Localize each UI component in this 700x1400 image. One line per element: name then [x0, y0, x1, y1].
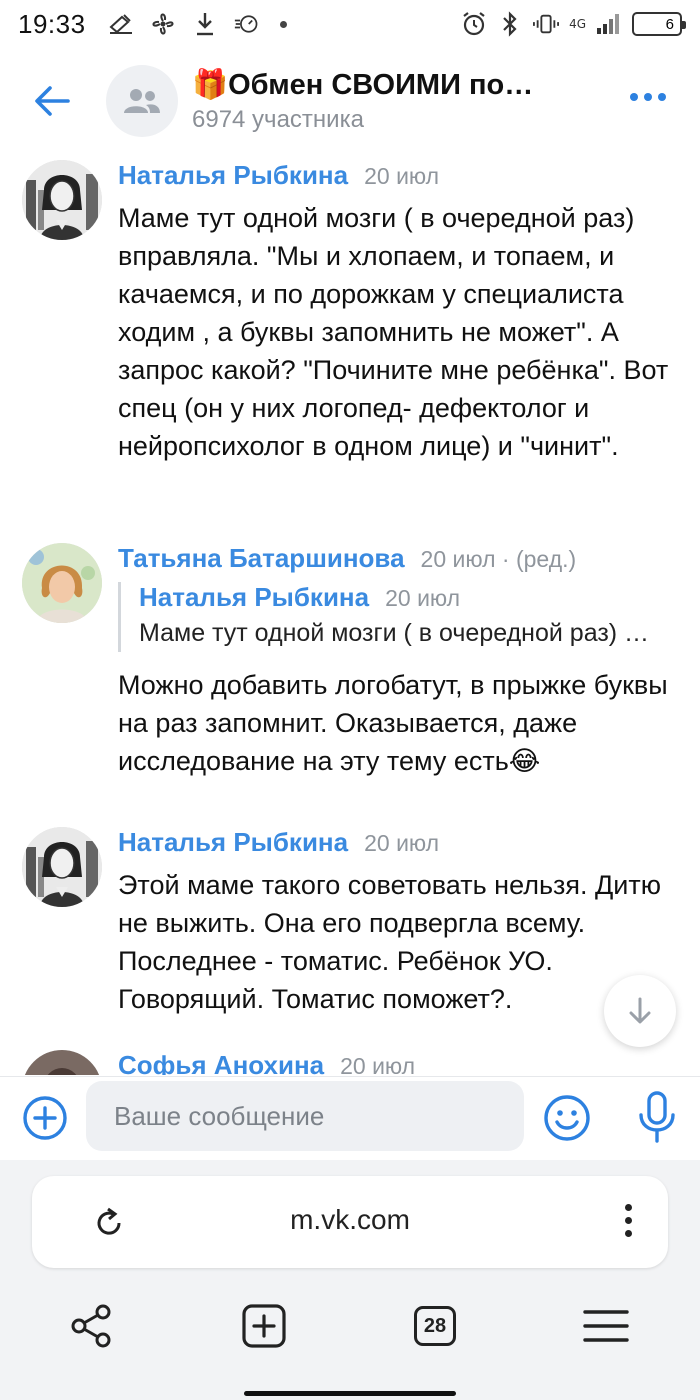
- chat-title: 🎁Обмен СВОИМИ по…: [192, 69, 534, 101]
- message-text: Можно добавить логобатут, в прыжке буквы…: [118, 670, 668, 776]
- message-date: 20 июл: [364, 830, 440, 856]
- message-date: 20 июл: [340, 1053, 416, 1075]
- status-notification-icons: [108, 11, 287, 37]
- message-feed[interactable]: Наталья Рыбкина 20 июл Маме тут одной мо…: [0, 150, 700, 1075]
- home-indicator[interactable]: [244, 1391, 456, 1396]
- battery-level: 6: [665, 15, 674, 33]
- vibrate-icon: [533, 11, 560, 37]
- author-name[interactable]: Наталья Рыбкина: [118, 160, 348, 191]
- message-body: Софья Анохина 20 июл: [118, 1050, 676, 1075]
- message-meta: Татьяна Батаршинова 20 июл · (ред.): [118, 543, 676, 574]
- member-count: 6974 участника: [192, 106, 364, 133]
- author-name[interactable]: Софья Анохина: [118, 1050, 324, 1075]
- cleaner-icon: [108, 11, 134, 37]
- message-text: Этой маме такого советовать нельзя. Дитю…: [118, 870, 662, 1014]
- signal-icon: [596, 11, 622, 37]
- attach-button[interactable]: [22, 1095, 68, 1141]
- speed-icon: [234, 11, 260, 37]
- message-date: 20 июл: [364, 163, 440, 189]
- microphone-icon: [639, 1091, 675, 1143]
- message-date: 20 июл · (ред.): [420, 546, 577, 572]
- share-icon: [71, 1304, 111, 1348]
- battery-indicator: 6: [632, 12, 686, 36]
- browser-bottom-nav: 28: [0, 1300, 700, 1360]
- avatar[interactable]: [22, 1050, 102, 1075]
- fan-icon: [150, 11, 176, 37]
- chat-header: 🎁Обмен СВОИМИ по… 6974 участника: [0, 55, 700, 147]
- message-meta: Наталья Рыбкина 20 июл: [118, 827, 676, 858]
- message-body: Наталья Рыбкина 20 июл Этой маме такого …: [118, 827, 676, 1018]
- message-composer: Ваше сообщение: [0, 1076, 700, 1160]
- share-button[interactable]: [66, 1300, 118, 1352]
- more-notifications-dot: [279, 20, 287, 28]
- browser-menu-button[interactable]: [625, 1204, 632, 1237]
- status-system-icons: 4G 6: [461, 11, 686, 37]
- quoted-reply[interactable]: Наталья Рыбкина 20 июл Маме тут одной мо…: [118, 582, 676, 652]
- browser-chrome: m.vk.com 28: [0, 1160, 700, 1400]
- emoji-button[interactable]: [542, 1093, 592, 1143]
- author-name[interactable]: Наталья Рыбкина: [118, 827, 348, 858]
- status-bar: 19:33 4G 6: [0, 0, 700, 48]
- message-body: Татьяна Батаршинова 20 июл · (ред.) Ната…: [118, 543, 676, 780]
- hamburger-button[interactable]: [580, 1300, 632, 1352]
- arrow-down-icon: [629, 997, 651, 1024]
- alarm-icon: [461, 11, 487, 37]
- avatar[interactable]: [22, 160, 102, 240]
- network-type: 4G: [569, 17, 586, 31]
- voice-button[interactable]: [636, 1089, 678, 1145]
- screen: 19:33 4G 6 🎁Обмен СВОИМИ по… 6974 участн…: [0, 0, 700, 1400]
- new-tab-button[interactable]: [238, 1300, 290, 1352]
- bluetooth-icon: [497, 11, 523, 37]
- message-body: Наталья Рыбкина 20 июл Маме тут одной мо…: [118, 160, 676, 465]
- reply-text: Маме тут одной мозги ( в очередной раз) …: [139, 619, 654, 647]
- message-meta: Наталья Рыбкина 20 июл: [118, 160, 676, 191]
- address-bar[interactable]: m.vk.com: [32, 1176, 668, 1268]
- hamburger-icon: [583, 1310, 629, 1342]
- message-text: Маме тут одной мозги ( в очередной раз) …: [118, 203, 669, 461]
- reply-author: Наталья Рыбкина: [139, 582, 370, 612]
- status-time: 19:33: [18, 8, 86, 39]
- tabs-button[interactable]: 28: [409, 1300, 461, 1352]
- avatar[interactable]: [22, 543, 102, 623]
- download-icon: [192, 11, 218, 37]
- new-tab-icon: [242, 1304, 286, 1348]
- group-avatar[interactable]: [106, 65, 178, 137]
- reply-date: 20 июл: [385, 585, 461, 611]
- chat-title-box[interactable]: 🎁Обмен СВОИМИ по… 6974 участника: [192, 68, 587, 134]
- message-meta: Софья Анохина 20 июл: [118, 1050, 676, 1075]
- scroll-down-button[interactable]: [604, 975, 676, 1047]
- url-text: m.vk.com: [290, 1204, 410, 1235]
- arrow-left-icon: [35, 86, 70, 116]
- back-button[interactable]: [24, 73, 80, 129]
- message-input[interactable]: Ваше сообщение: [86, 1081, 524, 1151]
- message-input-placeholder: Ваше сообщение: [114, 1100, 325, 1131]
- reply-meta: Наталья Рыбкина 20 июл: [139, 582, 676, 613]
- author-name[interactable]: Татьяна Батаршинова: [118, 543, 405, 574]
- tabs-count: 28: [414, 1306, 456, 1346]
- avatar[interactable]: [22, 827, 102, 907]
- group-icon: [124, 89, 160, 113]
- smile-icon: [544, 1095, 590, 1141]
- more-dots-icon[interactable]: [630, 93, 666, 101]
- plus-circle-icon: [23, 1096, 67, 1140]
